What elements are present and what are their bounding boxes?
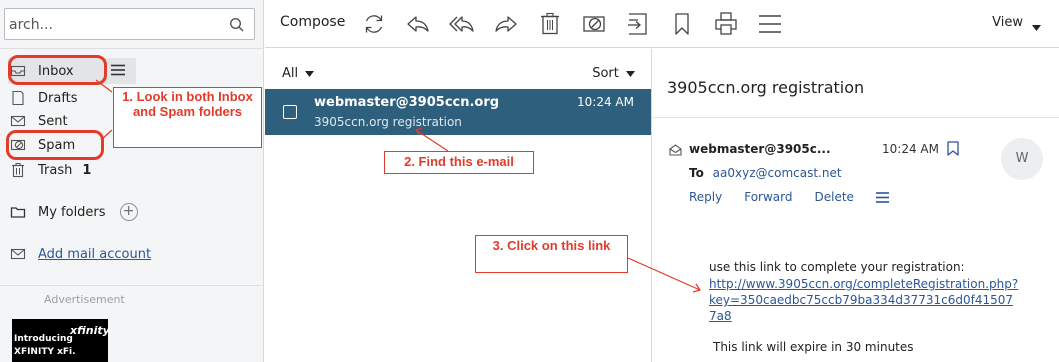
compose-button[interactable]: Compose (280, 14, 345, 30)
filter-dropdown[interactable]: All (282, 66, 315, 81)
forward-link[interactable]: Forward (744, 190, 792, 204)
chevron-down-icon (305, 71, 315, 77)
my-folders-label: My folders (38, 204, 106, 220)
advertisement-label: Advertisement (44, 293, 125, 306)
avatar: W (1001, 138, 1043, 180)
add-mail-account[interactable]: Add mail account (10, 246, 151, 262)
chevron-down-icon[interactable] (1032, 20, 1041, 35)
add-mail-account-link[interactable]: Add mail account (38, 247, 151, 262)
message-list: All Sort webmaster@3905ccn.org 10:24 AM … (265, 49, 652, 362)
email-actions: Reply Forward Delete (689, 190, 889, 204)
sort-dropdown[interactable]: Sort (592, 66, 635, 81)
my-folders[interactable]: My folders + (10, 203, 138, 221)
divider (0, 285, 264, 286)
filter-label: All (282, 66, 299, 81)
to-label: To (689, 166, 704, 180)
annotation-step1: 1. Look in both Inbox and Spam folders (113, 87, 262, 148)
email-subject: 3905ccn.org registration (667, 78, 865, 97)
search-input[interactable]: arch... (4, 8, 255, 40)
message-time: 10:24 AM (577, 95, 634, 109)
email-expire-text: This link will expire in 30 minutes (713, 340, 914, 354)
message-sender: webmaster@3905ccn.org (314, 95, 500, 110)
add-folder-plus-icon[interactable]: + (119, 203, 138, 221)
sort-label: Sort (592, 66, 619, 81)
to-address[interactable]: aa0xyz@comcast.net (713, 166, 842, 180)
replied-icon (669, 144, 682, 160)
bookmark-icon[interactable] (947, 141, 959, 160)
draft-icon (10, 90, 26, 106)
more-actions-menu-icon[interactable] (875, 191, 889, 203)
xfinity-logo: xfinity (70, 324, 110, 337)
message-checkbox[interactable] (283, 105, 297, 119)
email-body-text: use this link to complete your registrat… (709, 260, 965, 274)
spam-icon[interactable] (581, 11, 607, 37)
reply-icon[interactable] (405, 11, 431, 37)
registration-link[interactable]: http://www.3905ccn.org/completeRegistrat… (709, 276, 1019, 324)
trash-icon (10, 162, 26, 178)
folder-sent[interactable]: Sent (10, 111, 68, 131)
reply-link[interactable]: Reply (689, 190, 722, 204)
ad-introducing-text: Introducing (14, 334, 73, 344)
ad-brand-text: XFINITY xFi. (14, 347, 76, 357)
bookmark-icon[interactable] (669, 11, 695, 37)
folder-trash[interactable]: Trash 1 (10, 160, 91, 180)
refresh-icon[interactable] (361, 11, 387, 37)
divider (0, 48, 264, 49)
chevron-down-icon (626, 71, 635, 77)
reply-all-icon[interactable] (449, 11, 475, 37)
message-row-selected[interactable]: webmaster@3905ccn.org 10:24 AM 3905ccn.o… (265, 89, 651, 135)
envelope-icon (10, 246, 26, 262)
search-placeholder: arch... (9, 17, 53, 33)
annotation-ring-spam (6, 130, 104, 160)
divider (653, 117, 1059, 118)
print-icon[interactable] (713, 11, 739, 37)
move-to-folder-icon[interactable] (625, 11, 651, 37)
annotation-step2: 2. Find this e-mail (384, 151, 534, 174)
view-dropdown[interactable]: View (992, 15, 1023, 30)
forward-icon[interactable] (493, 11, 519, 37)
folder-label: Drafts (38, 90, 78, 106)
delete-link[interactable]: Delete (815, 190, 854, 204)
delete-icon[interactable] (537, 11, 563, 37)
envelope-icon (10, 113, 26, 129)
folder-label: Trash (38, 162, 73, 178)
folder-icon (10, 204, 26, 220)
trash-count: 1 (82, 162, 92, 178)
email-time: 10:24 AM (882, 142, 939, 156)
email-sender[interactable]: webmaster@3905c... (689, 142, 831, 156)
advertisement-banner[interactable]: xfinity Introducing XFINITY xFi. (12, 319, 110, 362)
annotation-step3: 3. Click on this link (475, 235, 628, 273)
toolbar: Compose View (265, 0, 1059, 48)
email-recipient: To aa0xyz@comcast.net (689, 166, 842, 180)
reading-pane: 3905ccn.org registration webmaster@3905c… (653, 49, 1059, 362)
folder-drafts[interactable]: Drafts (10, 88, 78, 108)
hamburger-menu-icon[interactable] (111, 64, 125, 80)
message-subject: 3905ccn.org registration (314, 115, 462, 129)
more-menu-icon[interactable] (757, 11, 783, 37)
search-icon[interactable] (229, 17, 245, 37)
annotation-ring-inbox (8, 55, 107, 85)
folder-label: Sent (38, 113, 68, 129)
